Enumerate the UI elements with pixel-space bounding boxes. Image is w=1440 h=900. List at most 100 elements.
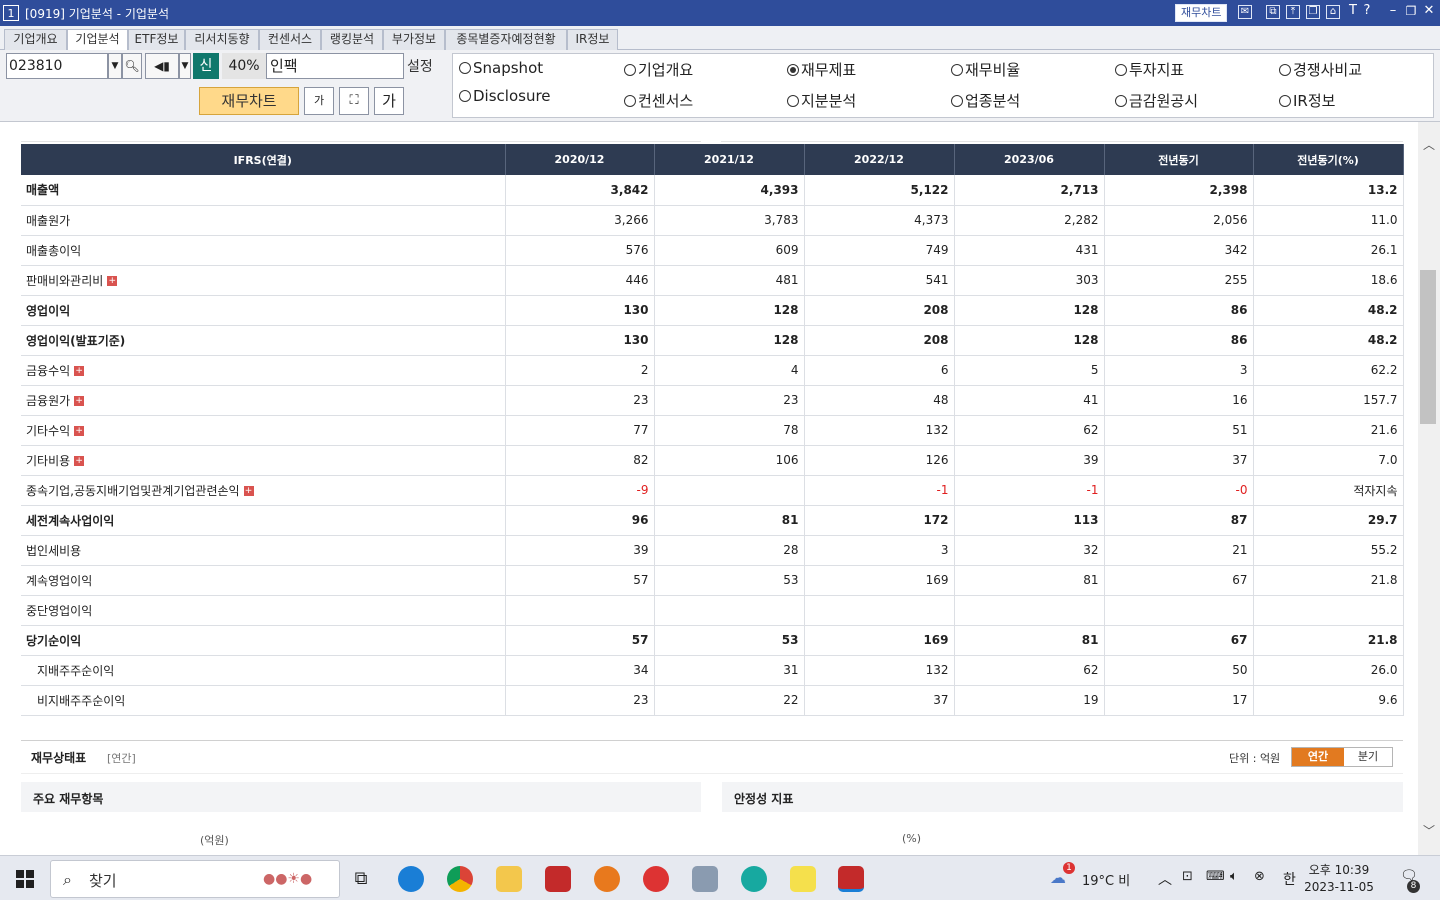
- radio-label: 투자지표: [1129, 61, 1185, 79]
- task-view-icon[interactable]: ⧉: [348, 866, 374, 892]
- kakao-app-icon[interactable]: [594, 866, 620, 892]
- tab-company-analysis[interactable]: 기업분석: [67, 29, 128, 51]
- windows-start-icon[interactable]: [16, 870, 34, 888]
- radio-competitor-comparison[interactable]: 경쟁사비교: [1279, 59, 1362, 80]
- restore-icon[interactable]: ❐: [1404, 5, 1418, 19]
- toggle-annual[interactable]: 연간: [1292, 748, 1344, 766]
- network-icon[interactable]: ⌨: [1206, 869, 1225, 884]
- tab-ir-info[interactable]: IR정보: [567, 29, 618, 50]
- expand-plus-icon[interactable]: +: [74, 366, 85, 376]
- toggle-quarterly[interactable]: 분기: [1344, 748, 1392, 766]
- table-row: 법인세비용 39 28 3 32 21 55.2: [21, 535, 1404, 566]
- radio-label: 재무비율: [965, 61, 1021, 79]
- company-name-field[interactable]: 인팩: [266, 53, 404, 79]
- help-icon[interactable]: ?: [1360, 4, 1374, 19]
- minimize-icon[interactable]: –: [1386, 4, 1400, 19]
- close-icon[interactable]: ✕: [1422, 4, 1436, 19]
- radio-ir-info[interactable]: IR정보: [1279, 90, 1335, 111]
- table-cell: 157.7: [1253, 385, 1404, 416]
- fit-screen-icon[interactable]: ⛶: [339, 87, 369, 115]
- table-cell: 57: [505, 565, 655, 596]
- trading-app-icon[interactable]: [545, 866, 571, 892]
- row-label-text: 금융수익: [26, 363, 71, 378]
- teal-app-icon[interactable]: [741, 866, 767, 892]
- tab-ranking[interactable]: 랭킹분석: [321, 29, 383, 50]
- radio-financial-statements[interactable]: 재무제표: [787, 59, 856, 80]
- ime-indicator[interactable]: 한: [1283, 869, 1296, 889]
- app-window: 1 [0919] 기업분석 - 기업분석 재무차트 ✉ ⧉ ⤒ ❐ ⌂ T ? …: [0, 0, 1440, 900]
- radio-fss-disclosure[interactable]: 금감원공시: [1115, 90, 1198, 111]
- pin-icon[interactable]: ⤒: [1286, 5, 1300, 19]
- table-cell: 34: [505, 655, 655, 686]
- header-col: 2022/12: [804, 144, 955, 175]
- tab-additional-info[interactable]: 부가정보: [383, 29, 445, 50]
- expand-plus-icon[interactable]: +: [74, 426, 85, 436]
- radio-shareholding[interactable]: 지분분석: [787, 90, 856, 111]
- file-explorer-icon[interactable]: [496, 866, 522, 892]
- radio-dot: [951, 63, 963, 76]
- table-cell: 53: [654, 625, 805, 656]
- tab-consensus[interactable]: 컨센서스: [259, 29, 321, 50]
- chevron-up-icon[interactable]: ︿: [1158, 869, 1172, 889]
- table-cell: 26.1: [1253, 235, 1404, 266]
- tab-research[interactable]: 리서치동향: [185, 29, 259, 50]
- table-cell: 128: [954, 295, 1105, 326]
- volume-icon[interactable]: 🔈︎: [1230, 869, 1238, 884]
- stock-code-input[interactable]: 023810: [6, 53, 108, 79]
- red-app-icon[interactable]: [643, 866, 669, 892]
- table-cell: 5: [954, 355, 1105, 386]
- active-trading-app-icon[interactable]: [838, 866, 864, 892]
- tab-company-overview[interactable]: 기업개요: [4, 29, 67, 50]
- font-icon[interactable]: T: [1346, 4, 1360, 19]
- speaker-dropdown-icon[interactable]: ▼: [179, 53, 191, 79]
- finance-chart-title-button[interactable]: 재무차트: [1175, 4, 1228, 22]
- mail-icon[interactable]: ✉: [1238, 5, 1252, 19]
- font-decrease-button[interactable]: 가: [304, 87, 334, 115]
- expand-plus-icon[interactable]: +: [74, 396, 85, 406]
- code-dropdown-icon[interactable]: ▼: [108, 53, 122, 79]
- radio-investment-indicators[interactable]: 투자지표: [1115, 59, 1184, 80]
- settings-label[interactable]: 설정: [407, 56, 433, 76]
- no-entry-icon[interactable]: ⊗: [1254, 869, 1265, 884]
- taskbar-search[interactable]: ⌕ 찾기 ●●☀●: [50, 860, 340, 898]
- clock[interactable]: 오후 10:39 2023-11-05: [1304, 862, 1374, 896]
- calculator-icon[interactable]: [692, 866, 718, 892]
- expand-plus-icon[interactable]: +: [107, 276, 118, 286]
- link-icon[interactable]: ⧉: [1266, 5, 1280, 19]
- radio-disclosure[interactable]: Disclosure: [459, 87, 551, 105]
- tab-capital-increase[interactable]: 종목별증자예정현황: [445, 29, 567, 50]
- search-icon: ⌕: [63, 870, 72, 889]
- vertical-scrollbar[interactable]: ︿ ﹀: [1418, 122, 1440, 855]
- chrome-icon[interactable]: [447, 866, 473, 892]
- table-cell: 21: [1104, 535, 1254, 566]
- speaker-icon[interactable]: ◀▮: [145, 53, 179, 79]
- edge-icon[interactable]: [398, 866, 424, 892]
- scroll-thumb[interactable]: [1420, 270, 1436, 424]
- scroll-up-icon[interactable]: ︿: [1423, 136, 1435, 153]
- search-icon[interactable]: 🔍︎: [122, 53, 142, 79]
- tray-camera-icon[interactable]: ⊡: [1182, 869, 1193, 884]
- radio-consensus[interactable]: 컨센서스: [624, 90, 693, 111]
- radio-financial-ratios[interactable]: 재무비율: [951, 59, 1020, 80]
- lock-icon[interactable]: ⌂: [1326, 5, 1340, 19]
- table-cell: 446: [505, 265, 655, 296]
- radio-snapshot[interactable]: Snapshot: [459, 59, 543, 77]
- table-cell: 18.6: [1253, 265, 1404, 296]
- font-increase-button[interactable]: 가: [374, 87, 404, 115]
- weather-text[interactable]: 19°C 비: [1082, 870, 1130, 889]
- sticky-notes-icon[interactable]: [790, 866, 816, 892]
- scroll-down-icon[interactable]: ﹀: [1423, 822, 1435, 839]
- row-label-text: 종속기업,공동지배기업및관계기업관련손익: [26, 483, 240, 498]
- expand-plus-icon[interactable]: +: [74, 456, 85, 466]
- expand-plus-icon[interactable]: +: [243, 486, 254, 496]
- radio-dot: [951, 94, 963, 107]
- finance-chart-button[interactable]: 재무차트: [199, 87, 299, 115]
- new-listing-badge: 신: [193, 53, 219, 79]
- tab-etf-info[interactable]: ETF정보: [128, 29, 185, 50]
- row-label: 금융원가 +: [21, 385, 506, 416]
- radio-company-overview[interactable]: 기업개요: [624, 59, 693, 80]
- table-cell: 609: [654, 235, 805, 266]
- copy-icon[interactable]: ❐: [1306, 5, 1320, 19]
- radio-industry-analysis[interactable]: 업종분석: [951, 90, 1020, 111]
- table-cell: -0: [1104, 475, 1254, 506]
